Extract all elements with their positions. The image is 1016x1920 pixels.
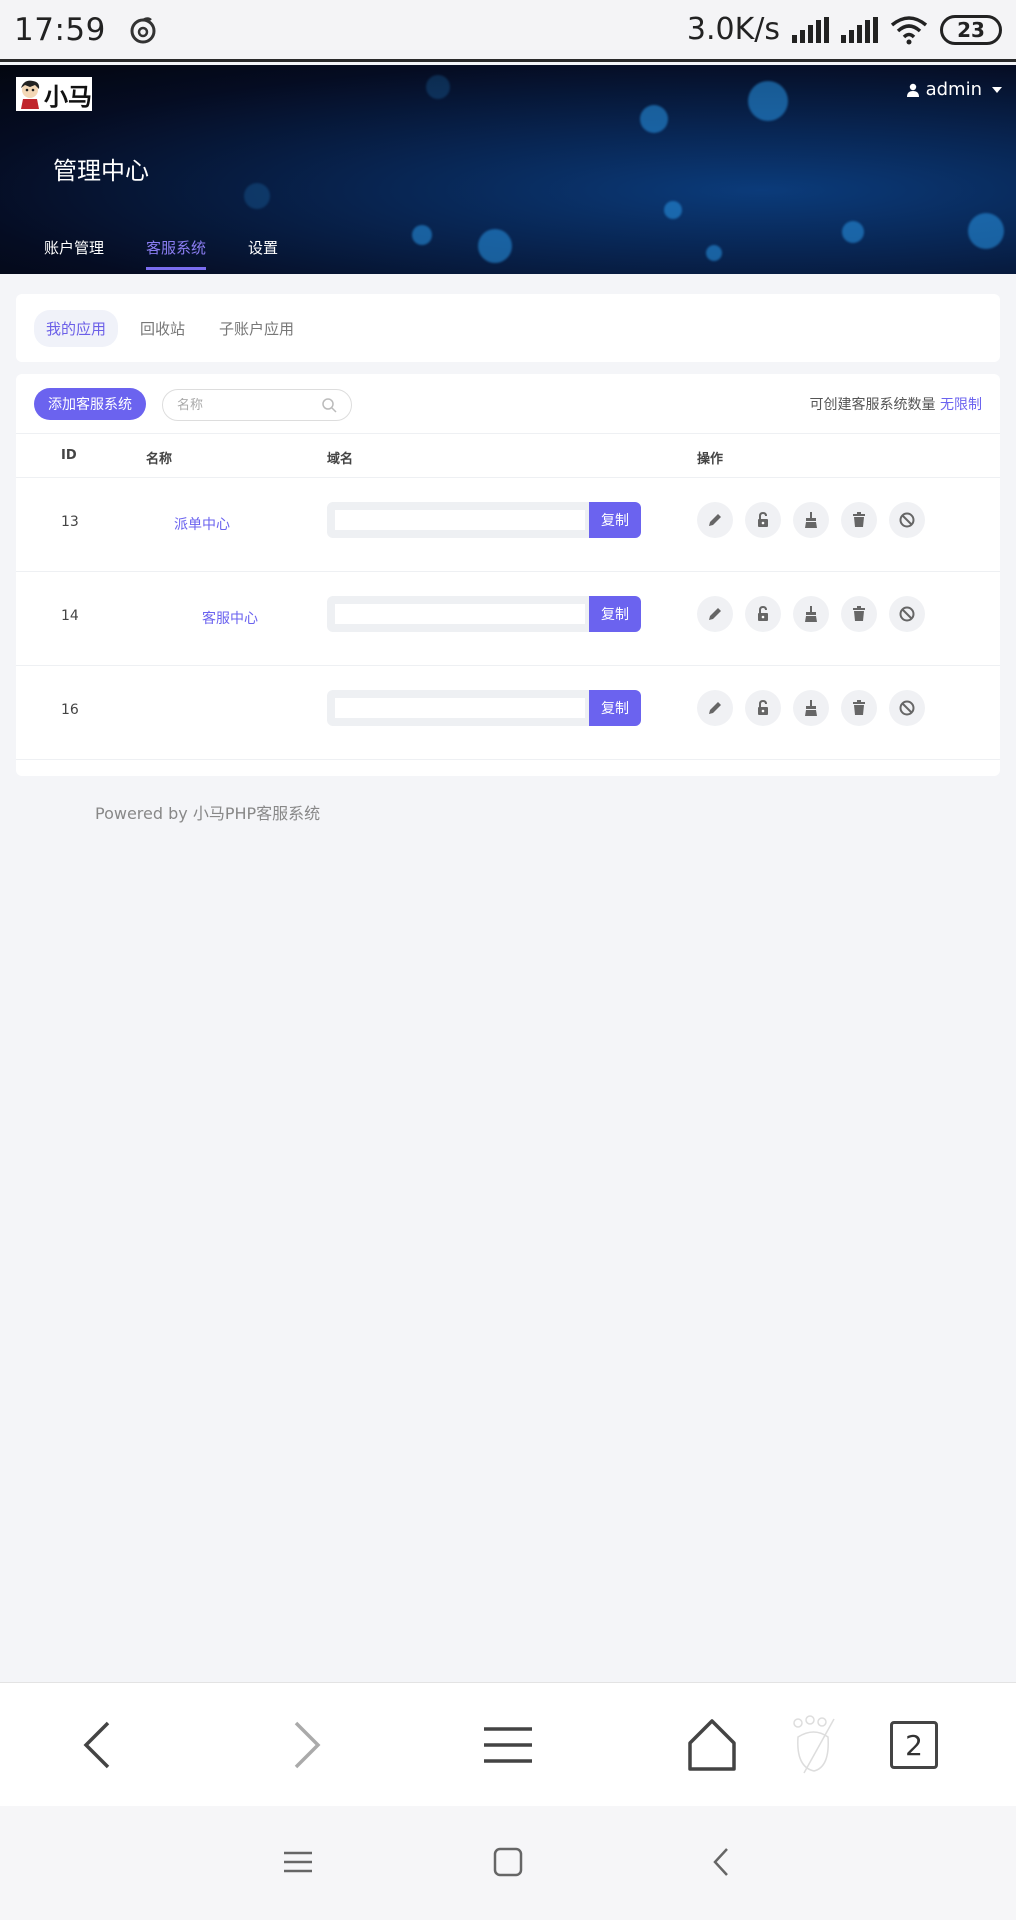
chevron-left-icon: [83, 1721, 110, 1769]
system-home-button[interactable]: [486, 1840, 530, 1884]
clean-icon[interactable]: [793, 502, 829, 538]
signal-icon: [792, 16, 829, 43]
search-input[interactable]: [177, 397, 317, 413]
nav-tab-customer-service[interactable]: 客服系统: [146, 237, 207, 270]
home-icon: [688, 1719, 736, 1771]
search-icon[interactable]: [321, 397, 337, 413]
logo-text: 小马: [44, 82, 92, 111]
recent-apps-button[interactable]: [276, 1840, 320, 1884]
quota-label: 可创建客服系统数量: [809, 397, 936, 413]
clean-icon[interactable]: [793, 596, 829, 632]
trash-icon[interactable]: [841, 596, 877, 632]
logo-mascot-icon: [21, 80, 40, 109]
menu-icon: [484, 1727, 532, 1763]
row-actions: [697, 690, 925, 726]
chevron-down-icon: [992, 86, 1002, 93]
battery-icon: 23: [940, 14, 1002, 45]
header-actions: 操作: [697, 452, 724, 467]
row-id: 13: [61, 514, 79, 530]
domain-field: 复制: [327, 690, 641, 726]
main-nav: 账户管理 客服系统 设置: [44, 237, 278, 270]
table-header: ID 名称 域名 操作: [16, 434, 1000, 478]
row-actions: [697, 502, 925, 538]
header-banner: 小马 admin 管理中心 账户管理 客服系统 设置: [0, 65, 1016, 274]
browser-toolbar: 2: [0, 1682, 1016, 1806]
status-time: 17:59: [14, 11, 106, 48]
system-nav-bar: [0, 1806, 1016, 1920]
back-icon: [713, 1848, 728, 1876]
page-title: 管理中心: [53, 157, 149, 185]
menu-button[interactable]: [476, 1713, 540, 1777]
chevron-right-icon: [294, 1721, 321, 1769]
header-name: 名称: [146, 452, 173, 467]
domain-value[interactable]: [335, 604, 585, 624]
home-button[interactable]: [680, 1713, 744, 1777]
domain-value[interactable]: [335, 698, 585, 718]
header-domain: 域名: [327, 452, 354, 467]
trash-icon[interactable]: [841, 690, 877, 726]
row-name[interactable]: 客服中心: [202, 608, 258, 628]
nav-tab-settings[interactable]: 设置: [248, 237, 278, 270]
user-icon: [906, 83, 919, 97]
disable-icon[interactable]: [889, 690, 925, 726]
domain-field: 复制: [327, 596, 641, 632]
square-icon: [493, 1847, 523, 1877]
quota-value: 无限制: [940, 397, 982, 413]
row-id: 14: [61, 608, 79, 624]
signal-icon-2: [841, 16, 878, 43]
subtabs-card: 我的应用 回收站 子账户应用: [16, 294, 1000, 362]
powered-by-footer: Powered by 小马PHP客服系统: [95, 804, 321, 823]
wifi-icon: [890, 15, 928, 44]
tab-count: 2: [890, 1721, 938, 1769]
edit-icon[interactable]: [697, 596, 733, 632]
unlock-icon[interactable]: [745, 596, 781, 632]
trash-icon[interactable]: [841, 502, 877, 538]
subtab-sub-account-apps[interactable]: 子账户应用: [207, 310, 306, 347]
back-button[interactable]: [68, 1713, 132, 1777]
edit-icon[interactable]: [697, 502, 733, 538]
clean-icon[interactable]: [793, 690, 829, 726]
copy-button[interactable]: 复制: [589, 502, 641, 538]
row-name[interactable]: 派单中心: [174, 514, 230, 534]
recent-apps-icon: [284, 1851, 312, 1873]
subtab-recycle-bin[interactable]: 回收站: [128, 310, 197, 347]
status-bar: 17:59 3.0K/s 23: [0, 0, 1016, 62]
table-row: 14 客服中心 复制: [16, 572, 1000, 666]
quota-info: 可创建客服系统数量 无限制: [810, 394, 982, 414]
search-box[interactable]: [162, 389, 352, 421]
row-id: 16: [61, 702, 79, 718]
table-row: 13 派单中心 复制: [16, 478, 1000, 572]
user-name: admin: [925, 79, 982, 100]
tabs-button[interactable]: 2: [882, 1713, 946, 1777]
network-speed: 3.0K/s: [686, 12, 780, 47]
toolbar: 添加客服系统 可创建客服系统数量 无限制: [16, 374, 1000, 434]
copy-button[interactable]: 复制: [589, 690, 641, 726]
battery-level: 23: [957, 17, 985, 42]
row-actions: [697, 596, 925, 632]
user-menu[interactable]: admin: [906, 79, 1002, 100]
apps-card: 添加客服系统 可创建客服系统数量 无限制 ID 名称 域名 操作 13 派单中心…: [16, 374, 1000, 776]
domain-value[interactable]: [335, 510, 585, 530]
netease-music-icon: [130, 16, 156, 43]
system-back-button[interactable]: [700, 1840, 744, 1884]
disable-icon[interactable]: [889, 596, 925, 632]
subtab-my-apps[interactable]: 我的应用: [34, 309, 119, 347]
logo[interactable]: 小马: [16, 77, 92, 111]
header-id: ID: [61, 448, 77, 463]
forward-button[interactable]: [272, 1713, 336, 1777]
footprint-watermark-icon: [782, 1713, 846, 1777]
copy-button[interactable]: 复制: [589, 596, 641, 632]
unlock-icon[interactable]: [745, 690, 781, 726]
edit-icon[interactable]: [697, 690, 733, 726]
add-service-button[interactable]: 添加客服系统: [34, 388, 146, 420]
disable-icon[interactable]: [889, 502, 925, 538]
nav-tab-account[interactable]: 账户管理: [44, 237, 104, 270]
domain-field: 复制: [327, 502, 641, 538]
table-row: 16 复制: [16, 666, 1000, 760]
unlock-icon[interactable]: [745, 502, 781, 538]
